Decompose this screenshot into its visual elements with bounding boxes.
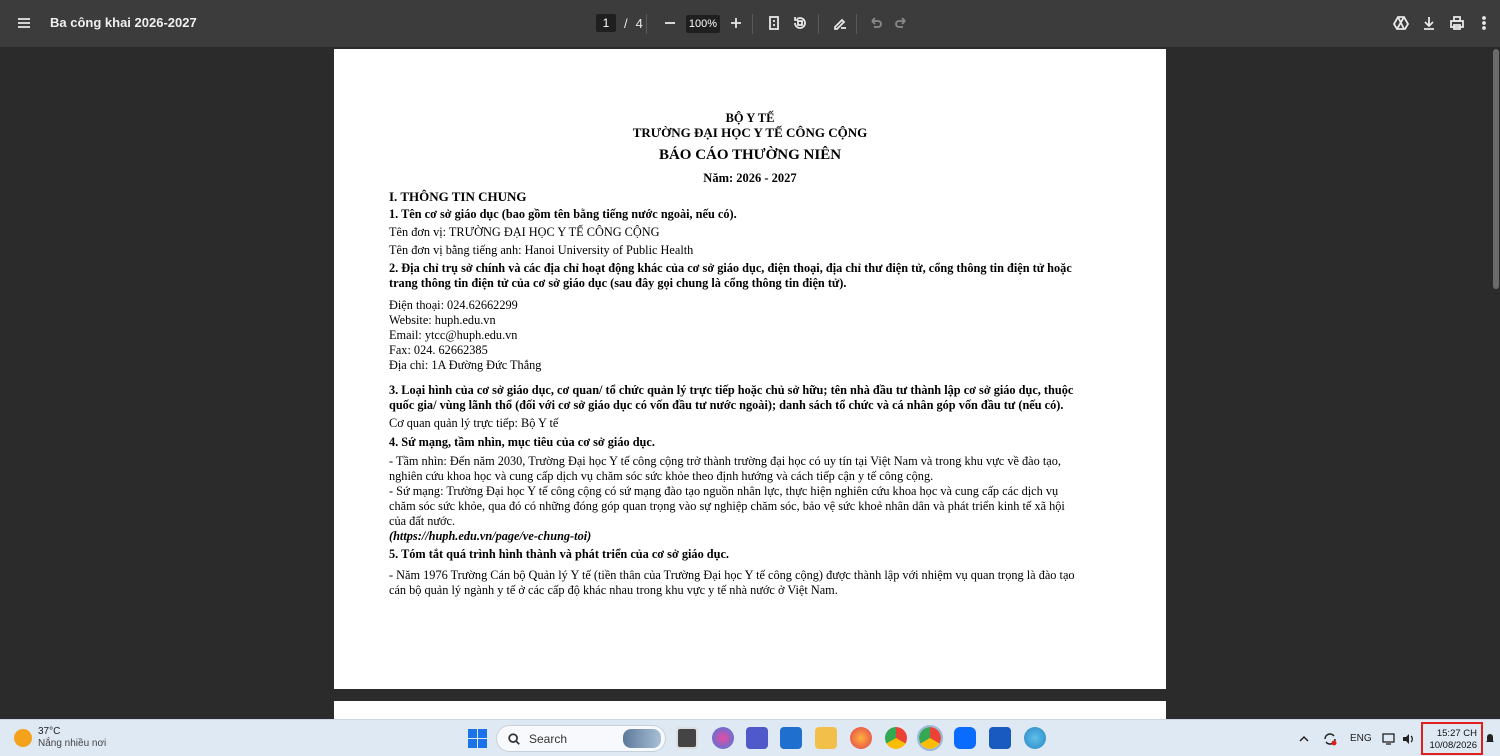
search-icon <box>508 732 520 745</box>
item-2-heading-line-1: 2. Địa chỉ trụ sở chính và các địa chỉ h… <box>389 261 1072 275</box>
zoom-in-icon[interactable] <box>722 9 750 37</box>
contact-address: Địa chỉ: 1A Đường Đức Thắng <box>389 358 542 372</box>
vision-line-1: - Tầm nhìn: Đến năm 2030, Trường Đại học… <box>389 454 1061 468</box>
pdf-viewer[interactable]: BỘ Y TẾ TRƯỜNG ĐẠI HỌC Y TẾ CÔNG CỘNG BÁ… <box>0 47 1500 719</box>
taskbar-search[interactable]: Search <box>496 725 666 752</box>
vertical-scrollbar[interactable] <box>1492 47 1500 719</box>
redo-icon[interactable] <box>887 9 915 37</box>
search-highlight-image <box>623 729 661 748</box>
firefox-icon[interactable] <box>850 727 872 749</box>
contact-email: Email: ytcc@huph.edu.vn <box>389 328 518 342</box>
show-hidden-icons[interactable] <box>1298 720 1310 756</box>
toolbar-divider <box>752 14 753 34</box>
mission-line-1: - Sứ mạng: Trường Đại học Y tế công cộng… <box>389 484 1059 498</box>
page-number-input[interactable]: 1 <box>596 14 616 32</box>
windows-taskbar: 37°C Nắng nhiều nơi Search ENG 15:27 CH … <box>0 719 1500 756</box>
university-heading: TRƯỜNG ĐẠI HỌC Y TẾ CÔNG CỘNG <box>632 125 868 140</box>
sync-icon[interactable] <box>1322 720 1338 756</box>
clock-date: 10/08/2026 <box>1429 740 1477 751</box>
document-title: Ba công khai 2026-2027 <box>50 15 197 30</box>
search-label: Search <box>529 731 568 746</box>
windows-start-icon[interactable] <box>466 727 488 749</box>
menu-icon[interactable] <box>10 9 38 37</box>
rotate-icon[interactable] <box>786 9 814 37</box>
weather-widget[interactable]: 37°C Nắng nhiều nơi <box>14 726 106 750</box>
history-line-1: - Năm 1976 Trường Cán bộ Quản lý Y tế (t… <box>389 568 1075 582</box>
pdf-page-1: BỘ Y TẾ TRƯỜNG ĐẠI HỌC Y TẾ CÔNG CỘNG BÁ… <box>334 49 1166 689</box>
chrome-active-icon[interactable] <box>917 725 943 751</box>
task-view-icon[interactable] <box>676 727 698 749</box>
system-clock[interactable]: 15:27 CH 10/08/2026 <box>1421 722 1483 755</box>
zoom-out-icon[interactable] <box>656 9 684 37</box>
unit-name: Tên đơn vị: TRƯỜNG ĐẠI HỌC Y TẾ CÔNG CỘN… <box>389 225 660 239</box>
page-separator: / <box>624 15 628 31</box>
clock-time: 15:27 CH <box>1436 728 1477 739</box>
zoom-level-input[interactable]: 100% <box>686 15 720 33</box>
item-3-heading-line-1: 3. Loại hình của cơ sở giáo dục, cơ quan… <box>389 383 1074 397</box>
file-explorer-icon[interactable] <box>815 727 837 749</box>
toolbar-divider <box>818 14 819 34</box>
report-year: Năm: 2026 - 2027 <box>703 171 797 185</box>
toolbar-divider <box>646 14 647 34</box>
annotate-icon[interactable] <box>826 9 854 37</box>
pdf-toolbar: Ba công khai 2026-2027 1 / 4 100% <box>0 0 1500 47</box>
save-to-drive-icon[interactable] <box>1387 9 1415 37</box>
contact-fax: Fax: 024. 62662385 <box>389 343 488 357</box>
download-icon[interactable] <box>1415 9 1443 37</box>
managing-agency: Cơ quan quản lý trực tiếp: Bộ Y tế <box>389 416 559 430</box>
zalo-icon[interactable] <box>954 727 976 749</box>
weather-temperature: 37°C <box>38 726 61 737</box>
copilot-icon[interactable] <box>712 727 734 749</box>
document-body: I. THÔNG TIN CHUNG 1. Tên cơ sở giáo dục… <box>389 189 1109 598</box>
sun-icon <box>14 729 32 747</box>
toolbar-divider <box>856 14 857 34</box>
contact-phone: Điện thoại: 024.62662299 <box>389 298 518 312</box>
network-icon[interactable] <box>1382 720 1396 756</box>
item-4-heading: 4. Sứ mạng, tầm nhìn, mục tiêu của cơ sở… <box>389 435 655 449</box>
chrome-icon[interactable] <box>885 727 907 749</box>
print-icon[interactable] <box>1443 9 1471 37</box>
mission-line-3: của đất nước. <box>389 514 456 528</box>
history-line-2: cán bộ quản lý ngành y tế ở các cấp độ k… <box>389 583 838 597</box>
store-icon[interactable] <box>780 727 802 749</box>
section-1-heading: I. THÔNG TIN CHUNG <box>389 189 527 204</box>
item-1-heading: 1. Tên cơ sở giáo dục (bao gồm tên bằng … <box>389 207 737 221</box>
page-navigator: 1 / 4 <box>596 14 643 32</box>
volume-icon[interactable] <box>1401 720 1415 756</box>
pdf-page-2 <box>334 701 1166 719</box>
item-3-heading-line-2: quốc gia/ vùng lãnh thổ (đối với cơ sở g… <box>389 398 1064 412</box>
scrollbar-thumb[interactable] <box>1493 49 1499 289</box>
item-2-heading-line-2: trang thông tin điện tử của cơ sở giáo d… <box>389 276 847 290</box>
report-title: BÁO CÁO THƯỜNG NIÊN <box>658 147 842 163</box>
contact-website: Website: huph.edu.vn <box>389 313 496 327</box>
fit-to-page-icon[interactable] <box>760 9 788 37</box>
mission-line-2: chăm sóc sức khỏe, qua đó có những đóng … <box>389 499 1065 513</box>
word-icon[interactable] <box>989 727 1011 749</box>
notification-bell-icon[interactable] <box>1484 732 1496 744</box>
about-link[interactable]: (https://huph.edu.vn/page/ve-chung-toi) <box>389 529 1109 544</box>
unit-name-english: Tên đơn vị bằng tiếng anh: Hanoi Univers… <box>389 243 694 257</box>
item-5-heading: 5. Tóm tắt quá trình hình thành và phát … <box>389 547 730 561</box>
weather-text: 37°C Nắng nhiều nơi <box>38 726 106 750</box>
page-total: 4 <box>635 15 643 31</box>
vision-line-2: nghiên cứu khoa học và cung cấp dịch vụ … <box>389 469 934 483</box>
language-indicator[interactable]: ENG <box>1350 720 1372 756</box>
undo-icon[interactable] <box>862 9 890 37</box>
ministry-heading: BỘ Y TẾ <box>725 111 775 125</box>
more-options-icon[interactable] <box>1470 9 1498 37</box>
weather-description: Nắng nhiều nơi <box>38 738 107 749</box>
globe-app-icon[interactable] <box>1024 727 1046 749</box>
teams-icon[interactable] <box>746 727 768 749</box>
